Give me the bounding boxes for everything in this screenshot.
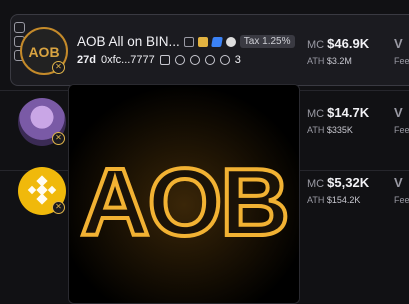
ath-value: $154.2K: [326, 195, 361, 205]
eye-icon: [219, 55, 230, 65]
launchpad-badge-icon: ✕: [52, 61, 65, 74]
mc-value: $5,32K: [327, 175, 370, 190]
tax-badge: Tax 1.25%: [239, 35, 295, 48]
telegram-icon[interactable]: [204, 55, 215, 65]
fee-label: Fee: [394, 125, 409, 135]
emoji-icon: [225, 36, 236, 47]
token-address[interactable]: 0xfc...7777: [101, 54, 155, 66]
ath: ATH $3.2M: [307, 56, 352, 66]
mc-value: $46.9K: [327, 36, 370, 51]
ath-value: $3.2M: [326, 56, 352, 66]
market-cap: MC $14.7K: [307, 105, 369, 120]
verified-flag-icon: [210, 36, 223, 47]
token-meta-line: 27d 0xfc...7777 3: [77, 54, 241, 66]
volume-label: V: [394, 105, 403, 120]
mc-label: MC: [307, 108, 325, 120]
launchpad-badge-icon: ✕: [52, 132, 65, 145]
volume-label: V: [394, 36, 403, 51]
community-icon[interactable]: [197, 36, 208, 47]
fee-label: Fee: [394, 195, 409, 205]
fee-label: Fee: [394, 56, 409, 66]
globe-icon[interactable]: [189, 55, 200, 65]
ath-label: ATH: [307, 195, 325, 205]
ath-value: $335K: [326, 125, 353, 135]
copy-address-icon[interactable]: [159, 55, 170, 65]
aob-logo-text: AOB: [80, 149, 287, 256]
ath-label: ATH: [307, 56, 325, 66]
user-icon[interactable]: [174, 55, 185, 65]
ath: ATH $335K: [307, 125, 353, 135]
volume-label: V: [394, 175, 403, 190]
ath-label: ATH: [307, 125, 325, 135]
token-title-line: AOB All on BIN... Tax 1.25%: [77, 34, 295, 49]
market-cap: MC $5,32K: [307, 175, 369, 190]
token-row-1[interactable]: AOB ✕ AOB All on BIN... Tax 1.25% 27d 0x…: [0, 0, 409, 90]
ath: ATH $154.2K: [307, 195, 360, 205]
launchpad-badge-icon: ✕: [52, 201, 65, 214]
svg-text:AOB: AOB: [28, 44, 59, 60]
watchers-count: 3: [234, 54, 241, 66]
mc-label: MC: [307, 39, 325, 51]
mc-label: MC: [307, 178, 325, 190]
token-name[interactable]: AOB All on BIN...: [77, 34, 180, 49]
token-image-preview: AOB: [68, 84, 300, 304]
chart-icon[interactable]: [183, 36, 194, 47]
aob-logo-image: AOB: [69, 85, 299, 303]
market-cap: MC $46.9K: [307, 36, 369, 51]
hide-icon[interactable]: [14, 22, 25, 33]
token-age: 27d: [77, 54, 96, 66]
mc-value: $14.7K: [327, 105, 370, 120]
